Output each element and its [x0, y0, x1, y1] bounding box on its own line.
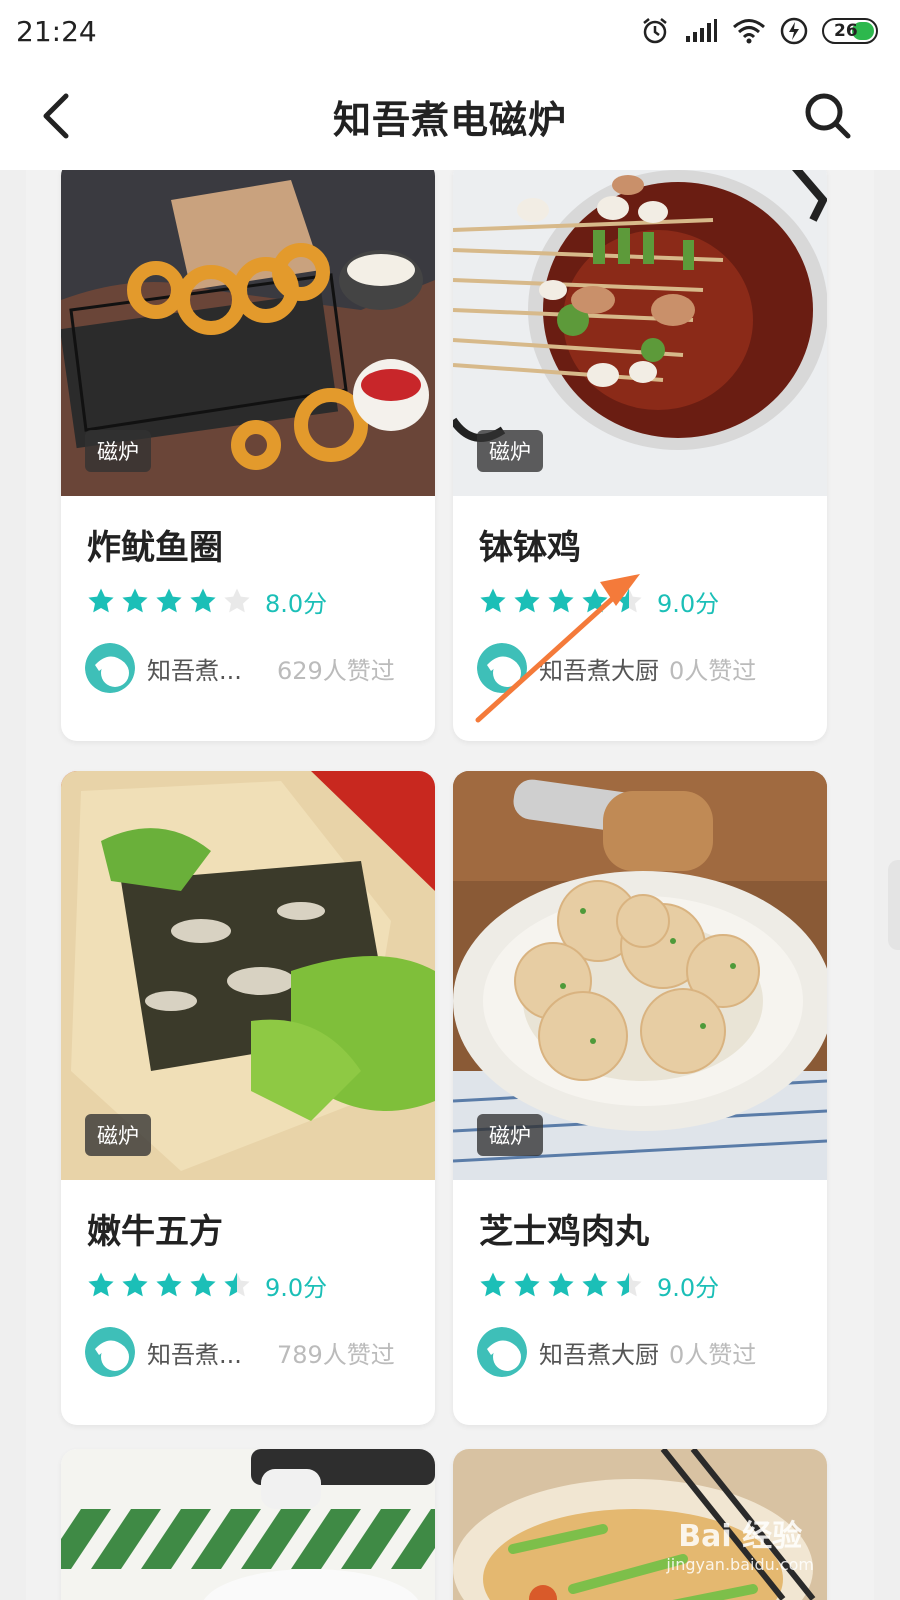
category-tag: 磁炉	[85, 1114, 151, 1156]
category-tag: 磁炉	[477, 430, 543, 472]
recipe-image[interactable]: 磁炉	[61, 170, 435, 496]
author-name: 知吾煮大厨	[539, 1340, 659, 1369]
recipe-title: 嫩牛五方	[87, 1212, 223, 1252]
category-tag: 磁炉	[477, 1114, 543, 1156]
recipe-image[interactable]: 磁炉	[61, 771, 435, 1180]
star-icon	[156, 1272, 182, 1297]
author-row: 知吾煮大厨 0人赞过	[453, 1300, 827, 1380]
star-icon	[548, 1272, 574, 1297]
signal-icon	[686, 19, 717, 42]
star-icon	[616, 1272, 642, 1297]
like-count: 789人赞过	[277, 1340, 395, 1369]
rating-row: 9.0分	[453, 570, 827, 618]
star-icon	[224, 588, 250, 613]
star-rating	[479, 1271, 643, 1299]
star-icon	[480, 1272, 506, 1297]
author-row: 知吾煮... 789人赞过	[61, 1300, 435, 1380]
like-count: 0人赞过	[669, 656, 757, 685]
author-row: 知吾煮... 629人赞过	[61, 616, 435, 696]
battery-level: 26	[834, 21, 858, 41]
chef-avatar-icon[interactable]	[477, 1327, 527, 1377]
star-icon	[514, 588, 540, 613]
recipe-image[interactable]	[61, 1449, 435, 1600]
recipe-grid[interactable]: 磁炉 炸鱿鱼圈 8.0分 知吾煮... 629人赞过 磁炉 钵钵鸡 9.0分 知…	[26, 170, 874, 1600]
recipe-card[interactable]: 磁炉 芝士鸡肉丸 9.0分 知吾煮大厨 0人赞过	[453, 771, 827, 1425]
star-icon	[88, 588, 114, 613]
recipe-title: 炸鱿鱼圈	[87, 528, 223, 568]
rating-score: 9.0分	[657, 1273, 720, 1302]
like-count: 629人赞过	[277, 656, 395, 685]
star-icon	[190, 588, 216, 613]
nav-bar: 知吾煮电磁炉	[0, 62, 900, 170]
star-rating	[87, 1271, 251, 1299]
rating-row: 9.0分	[61, 1254, 435, 1302]
star-icon	[224, 1272, 250, 1297]
side-drawer-handle[interactable]	[888, 860, 900, 950]
star-icon	[88, 1272, 114, 1297]
rating-row: 9.0分	[453, 1254, 827, 1302]
star-icon	[582, 588, 608, 613]
recipe-image[interactable]: 磁炉	[453, 771, 827, 1180]
star-icon	[480, 588, 506, 613]
star-rating	[479, 587, 643, 615]
rating-score: 8.0分	[265, 589, 328, 618]
back-icon[interactable]	[36, 90, 76, 142]
page-title: 知吾煮电磁炉	[332, 97, 567, 142]
watermark: Bai 经验 jingyan.baidu.com	[666, 1511, 814, 1574]
category-tag: 磁炉	[85, 430, 151, 472]
chef-avatar-icon[interactable]	[477, 643, 527, 693]
rating-row: 8.0分	[61, 570, 435, 618]
status-time: 21:24	[16, 14, 97, 48]
watermark-brand: Bai 经验	[678, 1519, 803, 1554]
recipe-title: 芝士鸡肉丸	[479, 1212, 649, 1252]
like-count: 0人赞过	[669, 1340, 757, 1369]
star-icon	[156, 588, 182, 613]
battery-icon: 26	[822, 18, 878, 44]
recipe-card[interactable]: 磁炉 嫩牛五方 9.0分 知吾煮... 789人赞过	[61, 771, 435, 1425]
recipe-image[interactable]: 磁炉	[453, 170, 827, 496]
recipe-card[interactable]: 磁炉 钵钵鸡 9.0分 知吾煮大厨 0人赞过	[453, 170, 827, 741]
watermark-url: jingyan.baidu.com	[666, 1555, 814, 1574]
alarm-icon	[643, 18, 667, 44]
star-icon	[616, 588, 642, 613]
recipe-card[interactable]	[61, 1449, 435, 1600]
status-icons: 26	[640, 16, 878, 46]
star-icon	[548, 588, 574, 613]
wifi-icon	[733, 19, 765, 44]
star-icon	[582, 1272, 608, 1297]
chef-avatar-icon[interactable]	[85, 1327, 135, 1377]
author-name: 知吾煮...	[147, 656, 242, 685]
rating-score: 9.0分	[265, 1273, 328, 1302]
star-rating	[87, 587, 251, 615]
recipe-card[interactable]: 磁炉 炸鱿鱼圈 8.0分 知吾煮... 629人赞过	[61, 170, 435, 741]
star-icon	[190, 1272, 216, 1297]
author-name: 知吾煮...	[147, 1340, 242, 1369]
recipe-title: 钵钵鸡	[479, 528, 581, 568]
author-row: 知吾煮大厨 0人赞过	[453, 616, 827, 696]
status-bar: 21:24 26	[0, 0, 900, 62]
star-icon	[514, 1272, 540, 1297]
chef-avatar-icon[interactable]	[85, 643, 135, 693]
search-icon[interactable]	[800, 88, 856, 144]
star-icon	[122, 588, 148, 613]
charging-icon	[780, 17, 808, 45]
author-name: 知吾煮大厨	[539, 656, 659, 685]
rating-score: 9.0分	[657, 589, 720, 618]
star-icon	[122, 1272, 148, 1297]
